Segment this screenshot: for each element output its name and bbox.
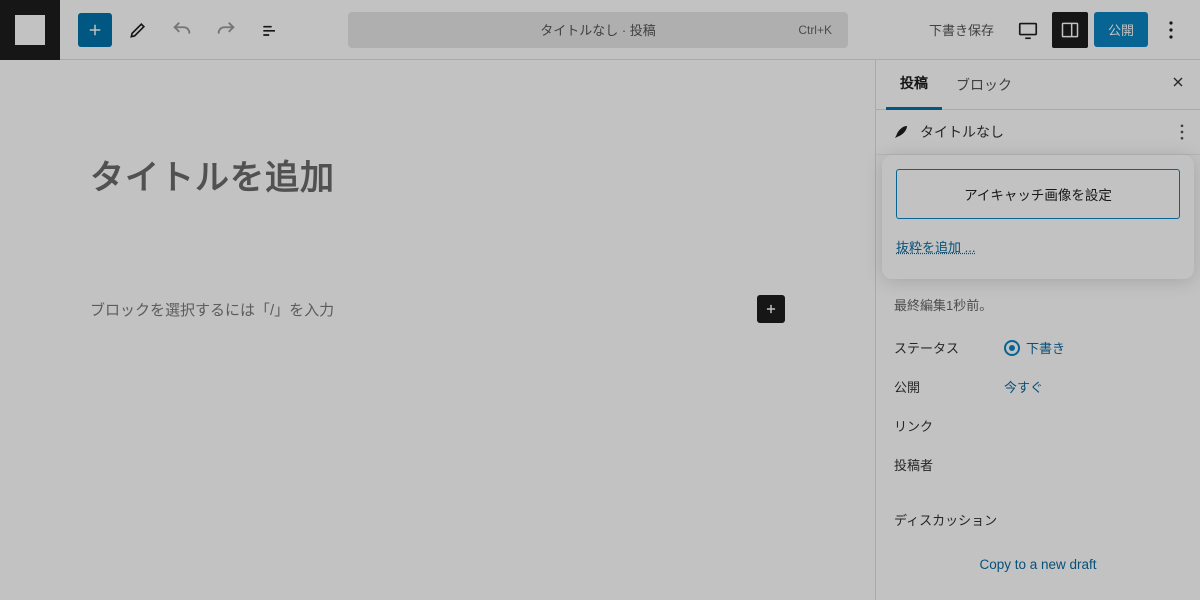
post-meta-section: 最終編集1秒前。 ステータス 下書き 公開 今すぐ リンク 投稿者 ディスカッシ… (876, 279, 1200, 539)
set-featured-image-button[interactable]: アイキャッチ画像を設定 (896, 169, 1180, 219)
more-options-button[interactable] (1154, 12, 1188, 48)
undo-icon (171, 19, 193, 41)
settings-panel-toggle[interactable] (1052, 12, 1088, 48)
post-summary-title: タイトルなし (920, 122, 1004, 142)
add-excerpt-link[interactable]: 抜粋を追加 ... (896, 237, 975, 256)
kebab-icon (1169, 21, 1173, 39)
publish-button[interactable]: 公開 (1094, 12, 1148, 47)
toolbar-left-group (60, 12, 288, 48)
kebab-icon (1180, 124, 1184, 140)
link-label: リンク (894, 416, 1004, 435)
post-type-icon (892, 123, 910, 141)
document-title-bar[interactable]: タイトルなし · 投稿 Ctrl+K (348, 12, 848, 48)
pencil-icon (128, 20, 148, 40)
edit-tools-button[interactable] (120, 12, 156, 48)
status-dot-icon (1004, 340, 1020, 356)
tab-post[interactable]: 投稿 (886, 59, 942, 110)
featured-image-panel: アイキャッチ画像を設定 抜粋を追加 ... (882, 155, 1194, 279)
redo-button[interactable] (208, 12, 244, 48)
author-row: 投稿者 (894, 445, 1182, 484)
plus-icon (764, 302, 778, 316)
close-icon (1170, 74, 1186, 90)
redo-icon (215, 19, 237, 41)
sidebar-tabs: 投稿 ブロック (876, 60, 1200, 110)
author-label: 投稿者 (894, 455, 1004, 474)
close-sidebar-button[interactable] (1170, 74, 1186, 90)
post-title-input[interactable]: タイトルを追加 (90, 150, 785, 199)
list-icon (260, 20, 280, 40)
editor-canvas[interactable]: タイトルを追加 ブロックを選択するには「/」を入力 (0, 60, 875, 600)
copy-to-new-draft-link[interactable]: Copy to a new draft (876, 539, 1200, 590)
inline-add-block-button[interactable] (757, 295, 785, 323)
settings-sidebar: 投稿 ブロック タイトルなし アイキャッチ画像を設定 抜粋を追加 ... 最終編… (875, 60, 1200, 600)
empty-block-row: ブロックを選択するには「/」を入力 (90, 295, 785, 323)
command-shortcut-label: Ctrl+K (798, 23, 832, 37)
plus-icon (86, 21, 104, 39)
publish-value-button[interactable]: 今すぐ (1004, 377, 1043, 396)
save-draft-button[interactable]: 下書き保存 (919, 14, 1004, 45)
publish-label: 公開 (894, 377, 1004, 396)
status-value-text: 下書き (1026, 338, 1065, 357)
status-row: ステータス 下書き (894, 328, 1182, 367)
toolbar-right-group: 下書き保存 公開 (919, 12, 1200, 48)
status-label: ステータス (894, 338, 1004, 357)
publish-row: 公開 今すぐ (894, 367, 1182, 406)
discussion-label: ディスカッション (894, 510, 997, 529)
preview-button[interactable] (1010, 12, 1046, 48)
sidebar-icon (1060, 20, 1080, 40)
block-placeholder-text[interactable]: ブロックを選択するには「/」を入力 (90, 299, 334, 320)
site-logo-button[interactable] (0, 0, 60, 60)
feather-icon (892, 123, 910, 141)
site-logo-icon (15, 15, 45, 45)
last-edited-text: 最終編集1秒前。 (894, 289, 1182, 328)
publish-value-text: 今すぐ (1004, 377, 1043, 396)
tab-block[interactable]: ブロック (942, 61, 1026, 109)
add-block-button[interactable] (78, 13, 112, 47)
top-toolbar: タイトルなし · 投稿 Ctrl+K 下書き保存 公開 (0, 0, 1200, 60)
status-value-button[interactable]: 下書き (1004, 338, 1065, 357)
document-title-text: タイトルなし · 投稿 (540, 20, 656, 39)
discussion-row: ディスカッション (894, 500, 1182, 539)
post-summary-actions[interactable] (1180, 124, 1184, 140)
desktop-icon (1017, 19, 1039, 41)
document-overview-button[interactable] (252, 12, 288, 48)
link-row: リンク (894, 406, 1182, 445)
undo-button[interactable] (164, 12, 200, 48)
post-summary-row: タイトルなし (876, 110, 1200, 155)
